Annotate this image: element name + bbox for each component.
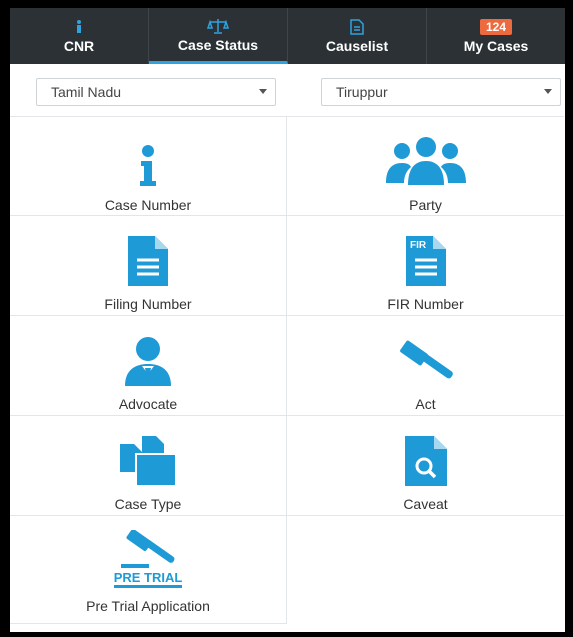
district-select-value: Tiruppur [336, 84, 388, 100]
file-icon [128, 226, 168, 286]
my-cases-count-badge: 124 [479, 19, 513, 35]
gavel-icon [395, 326, 457, 386]
state-select[interactable]: Tamil Nadu [36, 78, 276, 106]
option-label: FIR Number [387, 296, 464, 312]
option-filing-number[interactable]: Filing Number [10, 216, 287, 316]
badge-wrapper: 124 [479, 18, 513, 36]
option-label: Advocate [118, 396, 178, 412]
tab-case-status[interactable]: Case Status [149, 8, 288, 64]
option-label: Case Number [104, 197, 192, 213]
option-advocate[interactable]: Advocate [10, 316, 287, 416]
advocate-icon [123, 326, 173, 386]
pre-trial-gavel-icon: PRE TRIAL [113, 526, 183, 592]
option-label: Act [415, 396, 436, 412]
search-file-icon [404, 426, 447, 486]
district-select[interactable]: Tiruppur [321, 78, 561, 106]
option-label: Party [409, 197, 442, 213]
top-tab-bar: CNR Case Status Causelist 124 My Cases [10, 8, 565, 64]
tab-causelist[interactable]: Causelist [288, 8, 427, 64]
document-icon [350, 18, 364, 36]
option-case-number[interactable]: Case Number [10, 116, 287, 216]
app-frame: CNR Case Status Causelist 124 My Cases T… [10, 8, 565, 632]
pre-trial-icon-text: PRE TRIAL [113, 570, 183, 588]
info-icon [74, 18, 84, 36]
option-label: Caveat [403, 496, 448, 512]
option-caveat[interactable]: Caveat [287, 416, 564, 516]
option-party[interactable]: Party [287, 116, 564, 216]
option-fir-number[interactable]: FIR FIR Number [287, 216, 564, 316]
tab-label: My Cases [463, 38, 529, 54]
option-act[interactable]: Act [287, 316, 564, 416]
state-select-value: Tamil Nadu [51, 84, 122, 100]
chevron-down-icon [259, 89, 267, 94]
tab-label: CNR [63, 38, 95, 54]
option-label: Filing Number [104, 296, 192, 312]
copy-files-icon [120, 426, 176, 486]
info-icon [136, 127, 160, 187]
people-icon [384, 127, 468, 187]
fir-file-icon: FIR [405, 226, 446, 286]
option-label: Case Type [114, 496, 182, 512]
location-selectors: Tamil Nadu Tiruppur [10, 64, 565, 116]
option-label: Pre Trial Application [86, 598, 210, 614]
tab-label: Case Status [177, 36, 259, 53]
svg-text:FIR: FIR [410, 240, 427, 251]
tab-cnr[interactable]: CNR [10, 8, 149, 64]
option-case-type[interactable]: Case Type [10, 416, 287, 516]
tab-label: Causelist [325, 38, 389, 54]
chevron-down-icon [544, 89, 552, 94]
scales-icon [207, 17, 229, 35]
option-pre-trial-application[interactable]: PRE TRIAL Pre Trial Application [10, 516, 287, 624]
tab-my-cases[interactable]: 124 My Cases [427, 8, 565, 64]
